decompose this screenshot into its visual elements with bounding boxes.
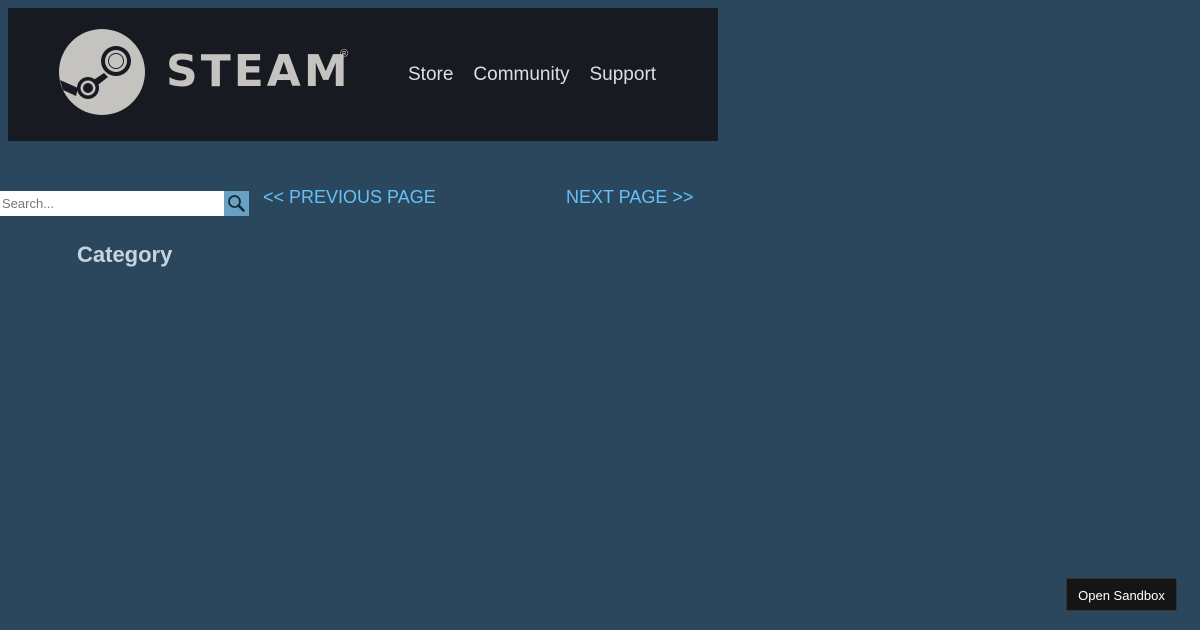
magnifier-icon xyxy=(228,195,245,212)
previous-page-link[interactable]: << PREVIOUS PAGE xyxy=(263,186,436,208)
main-nav: Store Community Support xyxy=(408,62,656,88)
search-input[interactable] xyxy=(0,191,224,216)
nav-community[interactable]: Community xyxy=(473,62,569,88)
open-sandbox-button[interactable]: Open Sandbox xyxy=(1066,578,1177,611)
next-page-link[interactable]: NEXT PAGE >> xyxy=(566,186,693,208)
registered-mark: ® xyxy=(340,48,349,60)
nav-support[interactable]: Support xyxy=(590,62,657,88)
logo-wordmark: STEAM xyxy=(166,46,351,97)
steam-logo[interactable]: STEAM ® xyxy=(58,28,358,118)
search-button[interactable] xyxy=(224,191,249,216)
nav-store[interactable]: Store xyxy=(408,62,453,88)
site-header: STEAM ® Store Community Support xyxy=(8,8,718,141)
steam-logo-icon xyxy=(59,29,145,115)
category-heading: Category xyxy=(77,242,173,267)
